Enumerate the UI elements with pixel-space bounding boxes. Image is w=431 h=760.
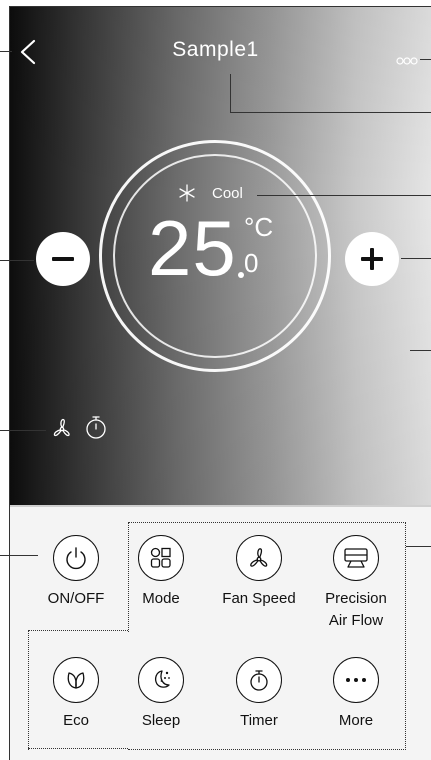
- precision-air-flow-button[interactable]: Precision Air Flow: [316, 535, 396, 631]
- callout-line-title: [230, 112, 431, 113]
- eco-button-label: Eco: [63, 712, 89, 729]
- fan-speed-button-label: Fan Speed: [222, 590, 296, 607]
- callout-line-decrease: [0, 260, 34, 261]
- ellipsis-icon: [346, 678, 366, 682]
- more-options-button[interactable]: [395, 53, 421, 65]
- eco-button[interactable]: Eco: [41, 657, 111, 731]
- decrease-temperature-button[interactable]: [36, 232, 90, 286]
- sleep-button-label: Sleep: [141, 712, 181, 729]
- callout-line-status: [0, 430, 46, 431]
- fan-speed-button[interactable]: Fan Speed: [219, 535, 299, 609]
- timer-status-icon: [86, 416, 106, 439]
- callout-line-more: [420, 59, 431, 60]
- screen-edge-line: [9, 498, 10, 760]
- minus-icon: [52, 257, 74, 261]
- snowflake-icon: [179, 184, 195, 202]
- more-button[interactable]: More: [321, 657, 391, 731]
- callout-line-dial: [410, 350, 431, 351]
- more-button-label: More: [338, 712, 374, 729]
- power-button[interactable]: ON/OFF: [41, 535, 111, 609]
- device-name-title: Sample1: [172, 38, 259, 61]
- power-icon: [66, 547, 86, 570]
- fan-status-icon: [53, 418, 70, 437]
- precision-air-flow-label-line2: Air Flow: [328, 612, 384, 629]
- three-dots-icon: [396, 57, 418, 65]
- leaf-icon: [67, 672, 85, 689]
- callout-line-title-v: [230, 74, 231, 112]
- timer-icon: [250, 670, 268, 691]
- increase-temperature-button[interactable]: [345, 232, 399, 286]
- callout-line-back: [0, 51, 12, 52]
- timer-button-label: Timer: [240, 712, 278, 729]
- timer-button[interactable]: Timer: [224, 657, 294, 731]
- callout-line-mode: [257, 195, 431, 196]
- temperature-decimal: 0: [244, 248, 259, 278]
- callout-line-functions: [406, 546, 431, 547]
- callout-line-power: [0, 555, 38, 556]
- mode-label: Cool: [212, 185, 243, 202]
- fan-icon: [250, 548, 268, 567]
- precision-air-flow-label-line1: Precision: [325, 590, 387, 607]
- mode-button[interactable]: Mode: [126, 535, 196, 609]
- air-conditioner-icon: [344, 548, 368, 568]
- temperature-unit: °C: [244, 212, 274, 242]
- callout-line-increase: [401, 258, 431, 259]
- temperature-value: 25: [148, 204, 237, 292]
- moon-stars-icon: [155, 670, 170, 688]
- app-page: Sample1 Cool 25 °C 0 ON/OFF Mode Fan Spe…: [0, 0, 431, 760]
- mode-button-label: Mode: [142, 590, 180, 607]
- power-button-label: ON/OFF: [47, 590, 105, 607]
- mode-grid-icon: [150, 547, 171, 568]
- sleep-button[interactable]: Sleep: [126, 657, 196, 731]
